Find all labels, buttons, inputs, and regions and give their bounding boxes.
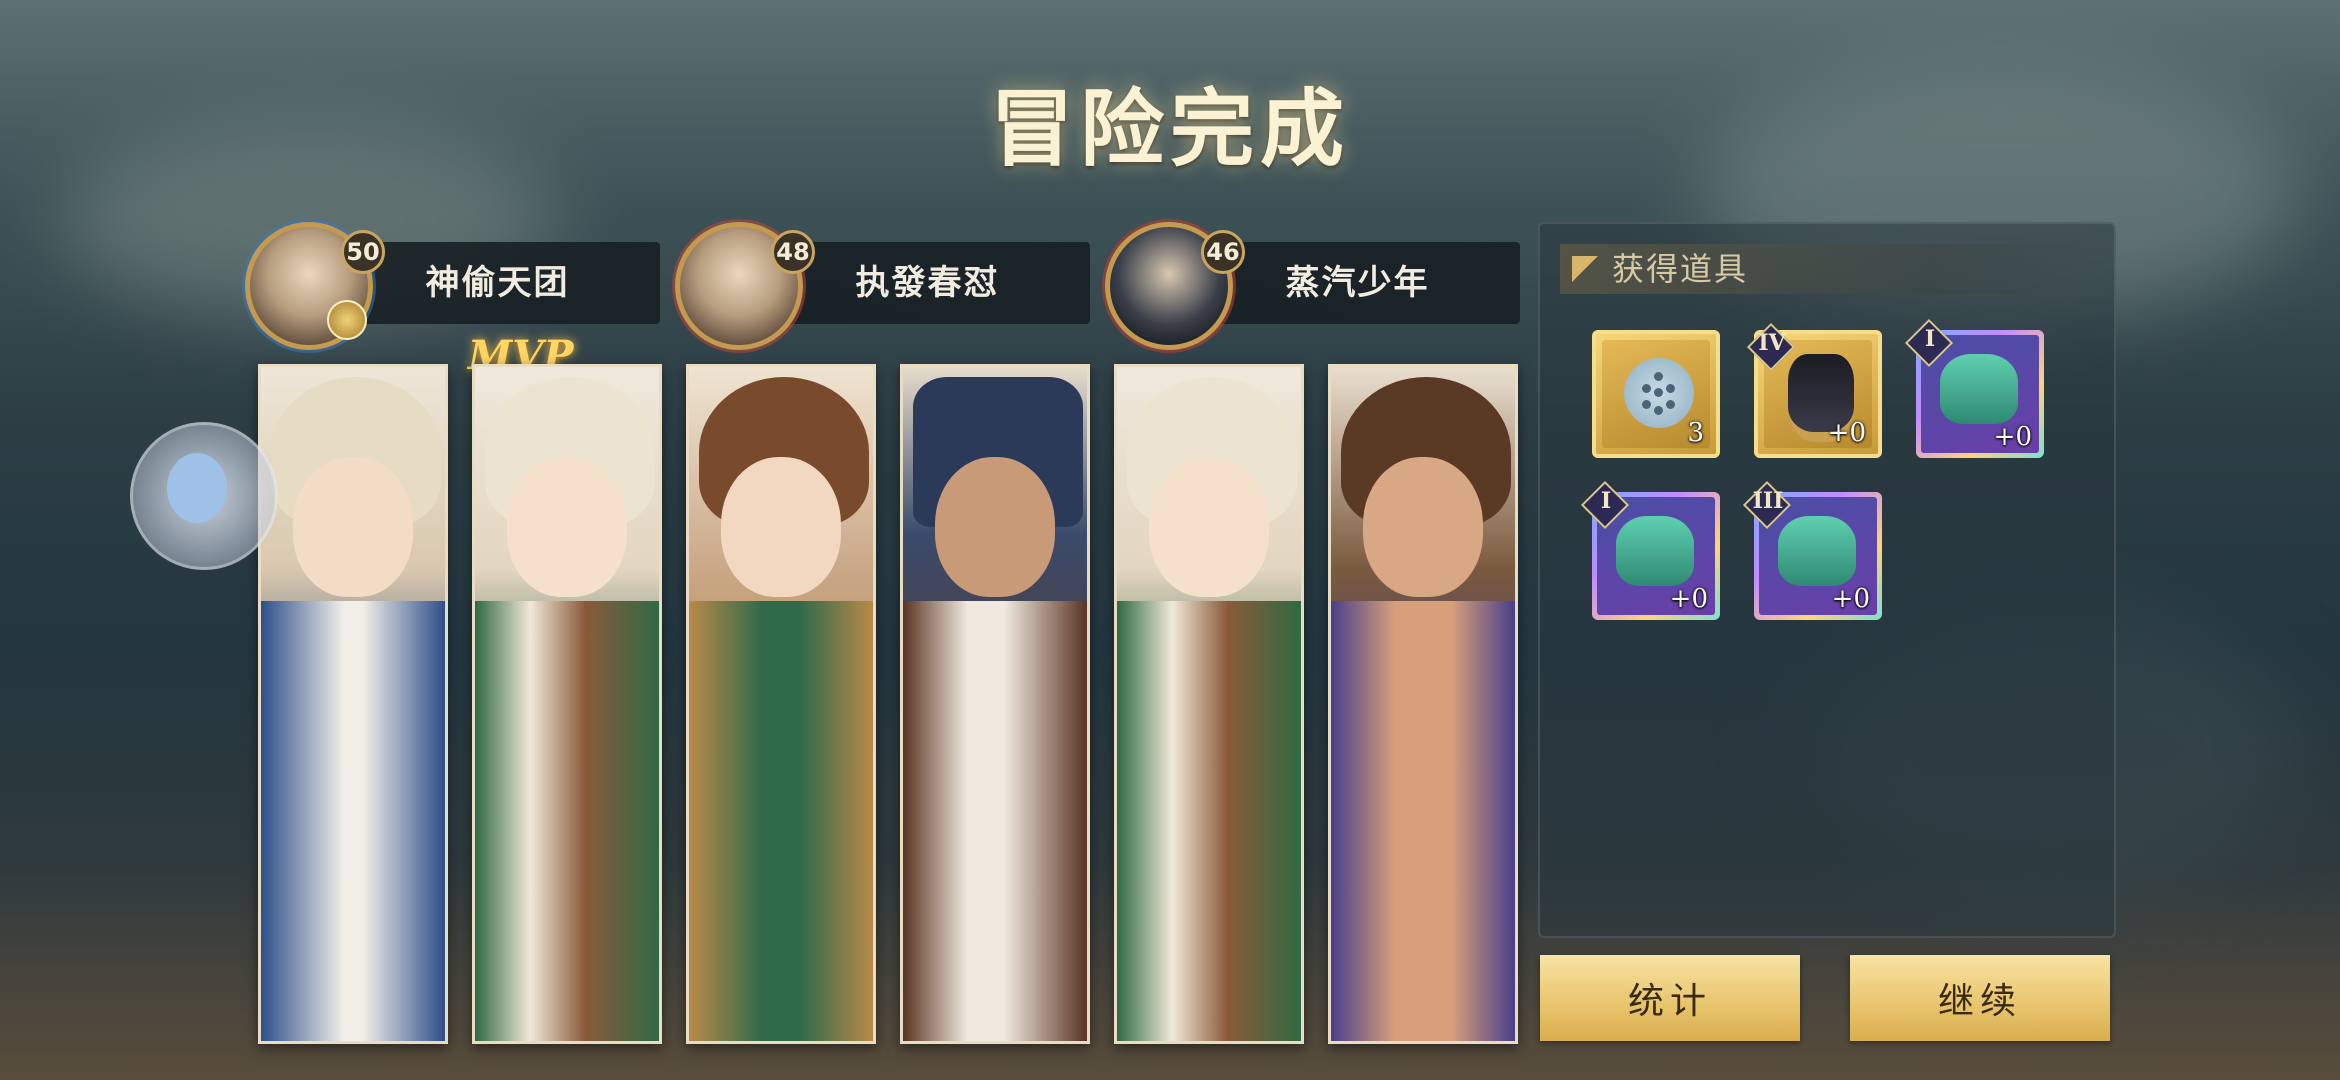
player-level: 50 <box>341 230 385 274</box>
player-header: 蒸汽少年 46 <box>1105 222 1520 350</box>
character-card[interactable] <box>686 364 876 1044</box>
item-rank: I <box>1600 488 1612 514</box>
jade-mask-icon <box>1778 516 1856 586</box>
item-rank: III <box>1752 488 1784 514</box>
item-rank: I <box>1924 326 1936 352</box>
character-card[interactable] <box>1328 364 1518 1044</box>
medal-icon <box>327 300 367 340</box>
reward-item[interactable]: I +0 <box>1580 480 1720 620</box>
stats-button[interactable]: 统计 <box>1540 955 1800 1041</box>
reward-item[interactable]: 3 <box>1592 330 1720 458</box>
item-quantity: +0 <box>1669 584 1708 614</box>
disc-icon <box>1624 358 1694 428</box>
character-card[interactable] <box>1114 364 1304 1044</box>
player-level: 48 <box>771 230 815 274</box>
jade-mask-icon <box>1940 354 2018 424</box>
page-title: 冒险完成 <box>989 79 1350 178</box>
jade-mask-icon <box>1616 516 1694 586</box>
item-quantity: +0 <box>1993 422 2032 452</box>
item-quantity: +0 <box>1827 418 1866 448</box>
reward-item[interactable]: I +0 <box>1904 318 2044 458</box>
item-quantity: 3 <box>1687 418 1704 448</box>
rewards-header-label: 获得道具 <box>1612 250 1749 288</box>
item-quantity: +0 <box>1831 584 1870 614</box>
character-card[interactable] <box>472 364 662 1044</box>
rewards-header: 获得道具 <box>1560 244 2094 294</box>
player-level: 46 <box>1201 230 1245 274</box>
avatar-icon <box>167 453 227 523</box>
player-header: 执發春怼 48 <box>675 222 1090 350</box>
rewards-panel: 获得道具 3 IV +0 I +0 I +0 III +0 <box>1538 222 2116 938</box>
continue-button[interactable]: 继续 <box>1850 955 2110 1041</box>
character-card[interactable] <box>900 364 1090 1044</box>
reward-item[interactable]: IV +0 <box>1746 322 1882 458</box>
triangle-icon <box>1572 256 1598 282</box>
floating-assistant-bubble[interactable] <box>130 422 278 570</box>
item-rank: IV <box>1758 330 1786 356</box>
character-card[interactable] <box>258 364 448 1044</box>
reward-item[interactable]: III +0 <box>1742 480 1882 620</box>
player-header: 神偷天团 50 <box>245 222 660 350</box>
